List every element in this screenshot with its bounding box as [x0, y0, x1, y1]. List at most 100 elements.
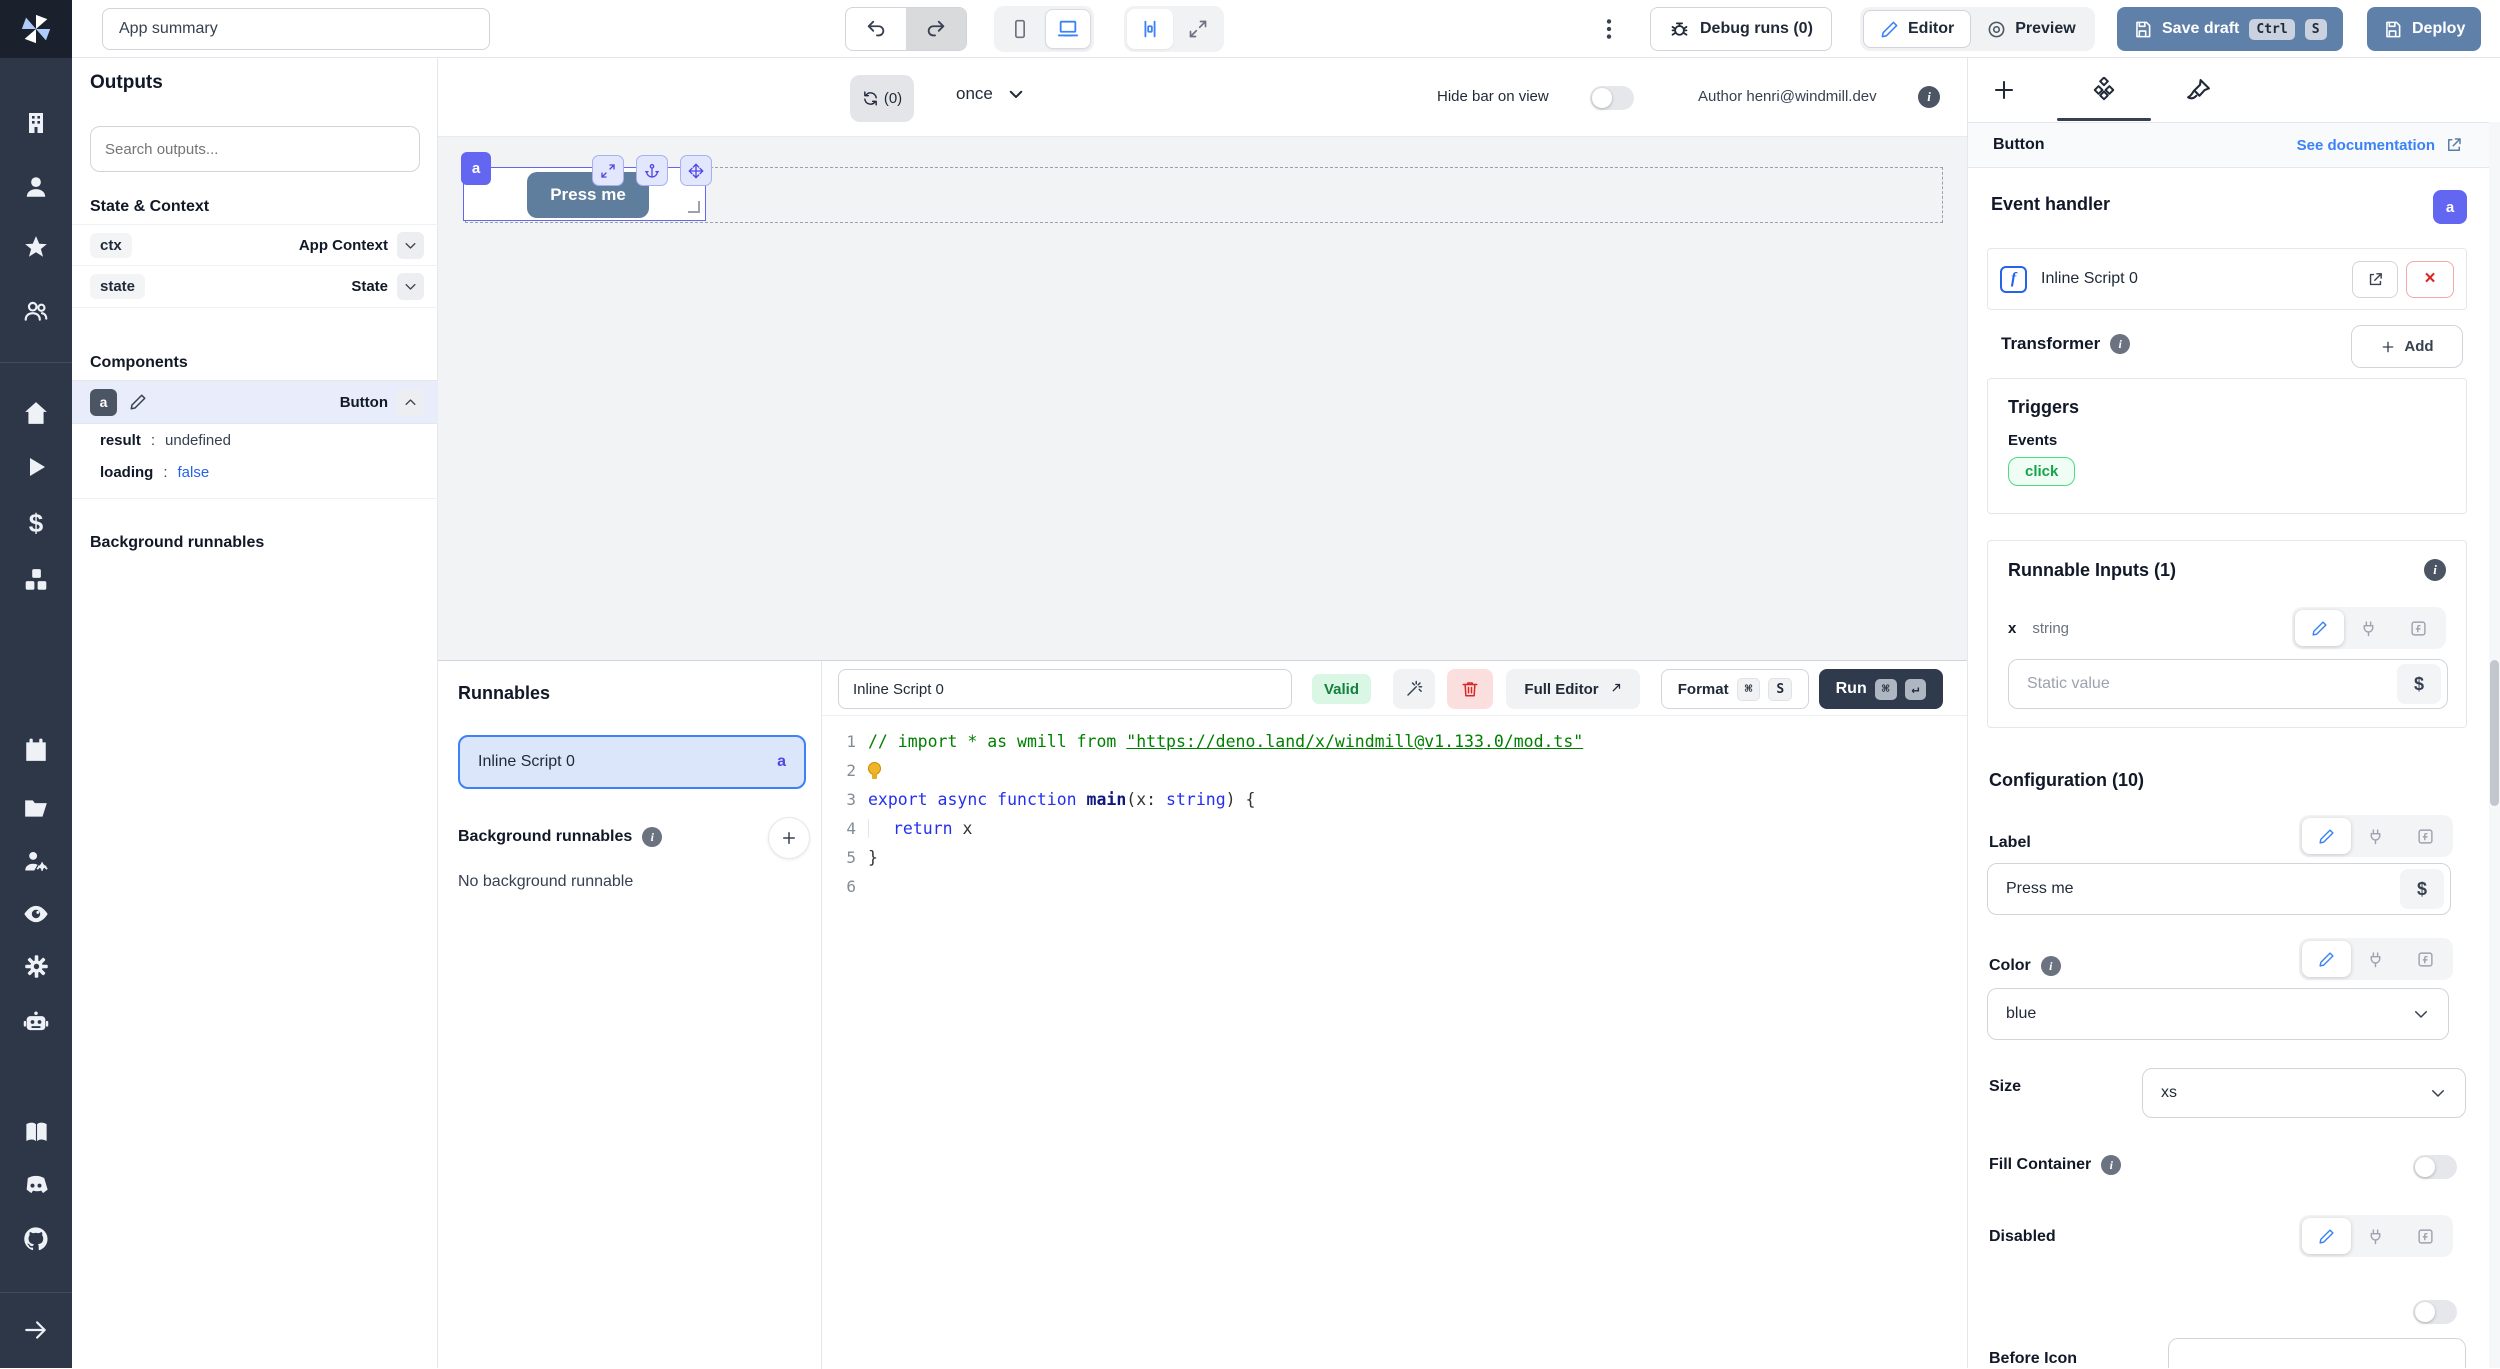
- compute-mode-button[interactable]: [2394, 610, 2443, 646]
- see-documentation-link[interactable]: See documentation: [2297, 136, 2463, 154]
- static-mode-button[interactable]: [2302, 1218, 2351, 1254]
- open-script-button[interactable]: [2352, 261, 2398, 298]
- input-type: string: [2032, 620, 2069, 637]
- home-button[interactable]: [16, 393, 56, 433]
- recompute-button[interactable]: (0): [850, 75, 914, 122]
- ctx-expand-button[interactable]: [397, 232, 424, 259]
- before-icon-select[interactable]: [2168, 1338, 2466, 1368]
- info-icon[interactable]: i: [642, 827, 662, 847]
- discord-button[interactable]: [16, 1165, 56, 1205]
- component-row-a[interactable]: a Button: [72, 380, 438, 424]
- app-summary-input[interactable]: [102, 8, 490, 50]
- undo-button[interactable]: [846, 8, 906, 50]
- ai-gen-button[interactable]: [1393, 669, 1435, 709]
- info-icon[interactable]: i: [2110, 334, 2130, 354]
- fullwidth-layout-button[interactable]: [1175, 9, 1221, 49]
- info-icon[interactable]: i: [2101, 1155, 2121, 1175]
- hide-bar-toggle[interactable]: [1590, 86, 1634, 110]
- color-select[interactable]: blue: [1987, 988, 2449, 1040]
- schedules-button[interactable]: [16, 730, 56, 770]
- info-icon[interactable]: i: [2424, 559, 2446, 581]
- preview-tab[interactable]: Preview: [1971, 10, 2091, 48]
- run-button[interactable]: Run ⌘ ↵: [1819, 669, 1943, 709]
- state-expand-button[interactable]: [397, 273, 424, 300]
- ai-assistant-button[interactable]: [16, 1002, 56, 1042]
- delete-script-button[interactable]: [1447, 669, 1493, 709]
- fill-container-toggle[interactable]: [2413, 1155, 2457, 1179]
- anchor-component-button[interactable]: [636, 155, 668, 186]
- lightbulb-icon[interactable]: [868, 762, 882, 780]
- runs-button[interactable]: [16, 447, 56, 487]
- folders-button[interactable]: [16, 788, 56, 828]
- variables-button[interactable]: $: [16, 503, 56, 543]
- favorites-button[interactable]: [16, 227, 56, 267]
- redo-button[interactable]: [906, 8, 966, 50]
- remove-script-button[interactable]: ×: [2406, 261, 2454, 298]
- connect-mode-button[interactable]: [2351, 1218, 2400, 1254]
- component-collapse-button[interactable]: [397, 389, 424, 416]
- profile-button[interactable]: [16, 167, 56, 207]
- press-me-button[interactable]: Press me: [527, 172, 649, 218]
- expand-component-button[interactable]: [592, 155, 624, 186]
- styling-tab[interactable]: [2174, 66, 2222, 114]
- label-value-input[interactable]: Press me $: [1987, 863, 2451, 915]
- recompute-mode-dropdown[interactable]: once: [956, 84, 1025, 104]
- workers-button[interactable]: [16, 841, 56, 881]
- runnable-item-inline-script-0[interactable]: Inline Script 0 a: [458, 735, 806, 789]
- docs-button[interactable]: [16, 1112, 56, 1152]
- add-transformer-button[interactable]: Add: [2351, 325, 2463, 368]
- connect-mode-button[interactable]: [2344, 610, 2393, 646]
- center-layout-button[interactable]: [1127, 9, 1173, 49]
- deploy-button[interactable]: Deploy: [2367, 7, 2481, 51]
- static-mode-button[interactable]: [2295, 610, 2344, 646]
- compute-mode-button[interactable]: [2401, 818, 2450, 854]
- code-area[interactable]: 1 // import * as wmill from "https://den…: [822, 727, 1967, 901]
- size-select[interactable]: xs: [2142, 1068, 2466, 1118]
- editor-tab[interactable]: Editor: [1863, 10, 1971, 48]
- static-mode-button[interactable]: [2302, 818, 2351, 854]
- scrollbar-thumb[interactable]: [2490, 660, 2499, 806]
- static-mode-button[interactable]: [2302, 941, 2351, 977]
- windmill-logo[interactable]: [0, 0, 72, 58]
- mobile-view-button[interactable]: [997, 9, 1043, 49]
- rename-component-button[interactable]: [129, 393, 147, 411]
- insert-component-tab[interactable]: [1980, 66, 2028, 114]
- resize-handle[interactable]: [688, 201, 700, 213]
- add-background-runnable-button[interactable]: [768, 817, 810, 859]
- collapse-sidebar-button[interactable]: [16, 1310, 56, 1350]
- connect-mode-button[interactable]: [2351, 818, 2400, 854]
- github-button[interactable]: [16, 1219, 56, 1259]
- groups-button[interactable]: [16, 291, 56, 331]
- author-info-icon[interactable]: i: [1918, 86, 1940, 108]
- template-string-button[interactable]: $: [2400, 869, 2444, 909]
- event-handler-script-row[interactable]: f Inline Script 0 ×: [1987, 248, 2467, 310]
- desktop-view-button[interactable]: [1045, 9, 1091, 49]
- static-value-input[interactable]: Static value $: [2008, 659, 2448, 709]
- component-settings-tab[interactable]: [2080, 66, 2128, 114]
- info-icon[interactable]: i: [2041, 956, 2061, 976]
- format-button[interactable]: Format ⌘ S: [1661, 669, 1809, 709]
- outputs-title: Outputs: [90, 72, 163, 94]
- more-options-button[interactable]: [1596, 15, 1622, 43]
- output-row-state[interactable]: state State: [72, 266, 438, 308]
- search-outputs-input[interactable]: [90, 126, 420, 172]
- save-draft-button[interactable]: Save draft Ctrl S: [2117, 7, 2343, 51]
- connect-mode-button[interactable]: [2351, 941, 2400, 977]
- move-component-button[interactable]: [680, 155, 712, 186]
- function-square-icon: [2417, 951, 2434, 968]
- resources-button[interactable]: [16, 560, 56, 600]
- bug-icon: [1669, 19, 1690, 40]
- debug-runs-button[interactable]: Debug runs (0): [1650, 7, 1832, 51]
- disabled-toggle[interactable]: [2413, 1300, 2457, 1324]
- settings-button[interactable]: [16, 946, 56, 986]
- compute-mode-button[interactable]: [2401, 1218, 2450, 1254]
- compute-mode-button[interactable]: [2401, 941, 2450, 977]
- chevron-up-icon: [403, 395, 418, 410]
- audit-logs-button[interactable]: [16, 894, 56, 934]
- workspace-button[interactable]: [16, 103, 56, 143]
- output-row-ctx[interactable]: ctx App Context: [72, 224, 438, 266]
- script-name-input[interactable]: [838, 669, 1292, 709]
- template-string-button[interactable]: $: [2397, 664, 2441, 704]
- prop-separator: :: [163, 464, 167, 481]
- full-editor-button[interactable]: Full Editor: [1506, 669, 1640, 709]
